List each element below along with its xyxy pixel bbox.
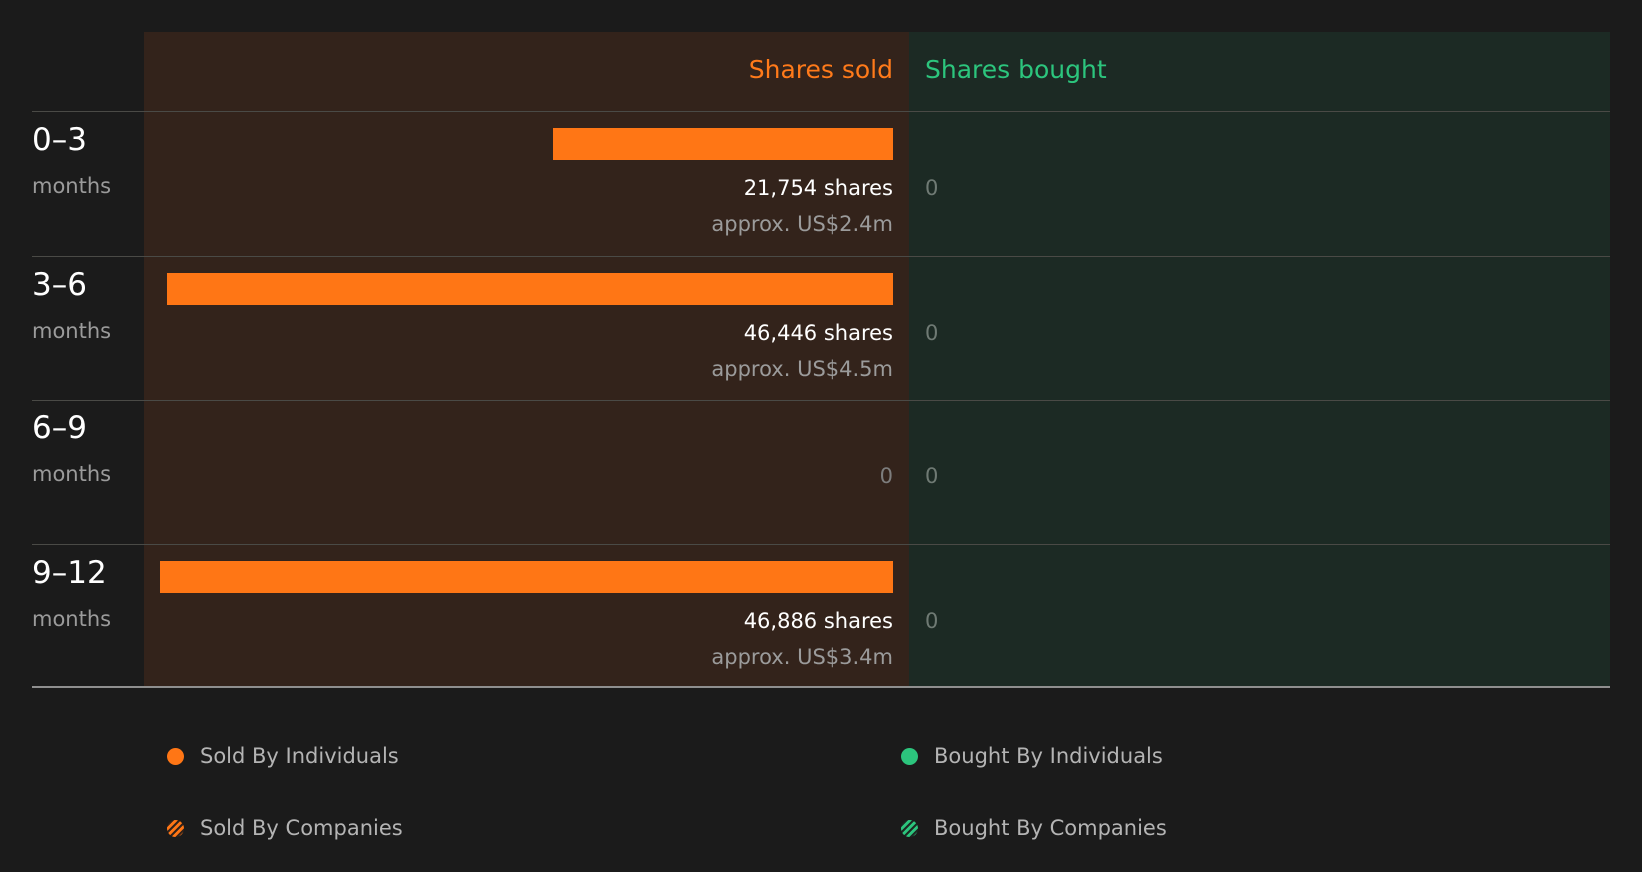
period-label: 0–3	[32, 122, 87, 158]
legend-label: Sold By Individuals	[200, 744, 399, 768]
legend-label: Bought By Individuals	[934, 744, 1163, 768]
sold-shares-label: 46,446 shares	[743, 321, 893, 345]
table-row: 0–3 months 21,754 shares approx. US$2.4m…	[0, 112, 1642, 256]
shares-bought-header: Shares bought	[925, 55, 1107, 84]
table-row: 6–9 months 0 0	[0, 400, 1642, 544]
period-label: 6–9	[32, 410, 87, 446]
period-unit: months	[32, 319, 112, 343]
bought-value-label: 0	[925, 321, 939, 345]
sold-zero-label: 0	[879, 464, 893, 488]
sold-bar	[553, 128, 893, 160]
bought-value-label: 0	[925, 176, 939, 200]
period-unit: months	[32, 462, 112, 486]
table-row: 3–6 months 46,446 shares approx. US$4.5m…	[0, 257, 1642, 401]
bought-value-label: 0	[925, 464, 939, 488]
period-unit: months	[32, 174, 112, 198]
green-hatched-dot-icon	[901, 819, 918, 837]
legend-sold-individuals[interactable]: Sold By Individuals	[167, 744, 399, 768]
sold-shares-label: 21,754 shares	[743, 176, 893, 200]
legend-sold-companies[interactable]: Sold By Companies	[167, 816, 403, 840]
period-unit: months	[32, 607, 112, 631]
green-dot-icon	[901, 747, 918, 765]
sold-value-label: approx. US$3.4m	[711, 645, 893, 669]
sold-bar	[167, 273, 893, 305]
sold-value-label: approx. US$4.5m	[711, 357, 893, 381]
shares-sold-header: Shares sold	[748, 55, 893, 84]
period-label: 3–6	[32, 267, 87, 303]
sold-value-label: approx. US$2.4m	[711, 212, 893, 236]
bought-value-label: 0	[925, 609, 939, 633]
period-label: 9–12	[32, 555, 107, 591]
chart-baseline	[32, 686, 1610, 688]
sold-shares-label: 46,886 shares	[743, 609, 893, 633]
orange-hatched-dot-icon	[167, 819, 184, 837]
sold-bar	[160, 561, 893, 593]
legend-label: Bought By Companies	[934, 816, 1167, 840]
legend-bought-companies[interactable]: Bought By Companies	[901, 816, 1167, 840]
legend-bought-individuals[interactable]: Bought By Individuals	[901, 744, 1163, 768]
legend-label: Sold By Companies	[200, 816, 403, 840]
table-row: 9–12 months 46,886 shares approx. US$3.4…	[0, 545, 1642, 689]
orange-dot-icon	[167, 747, 184, 765]
